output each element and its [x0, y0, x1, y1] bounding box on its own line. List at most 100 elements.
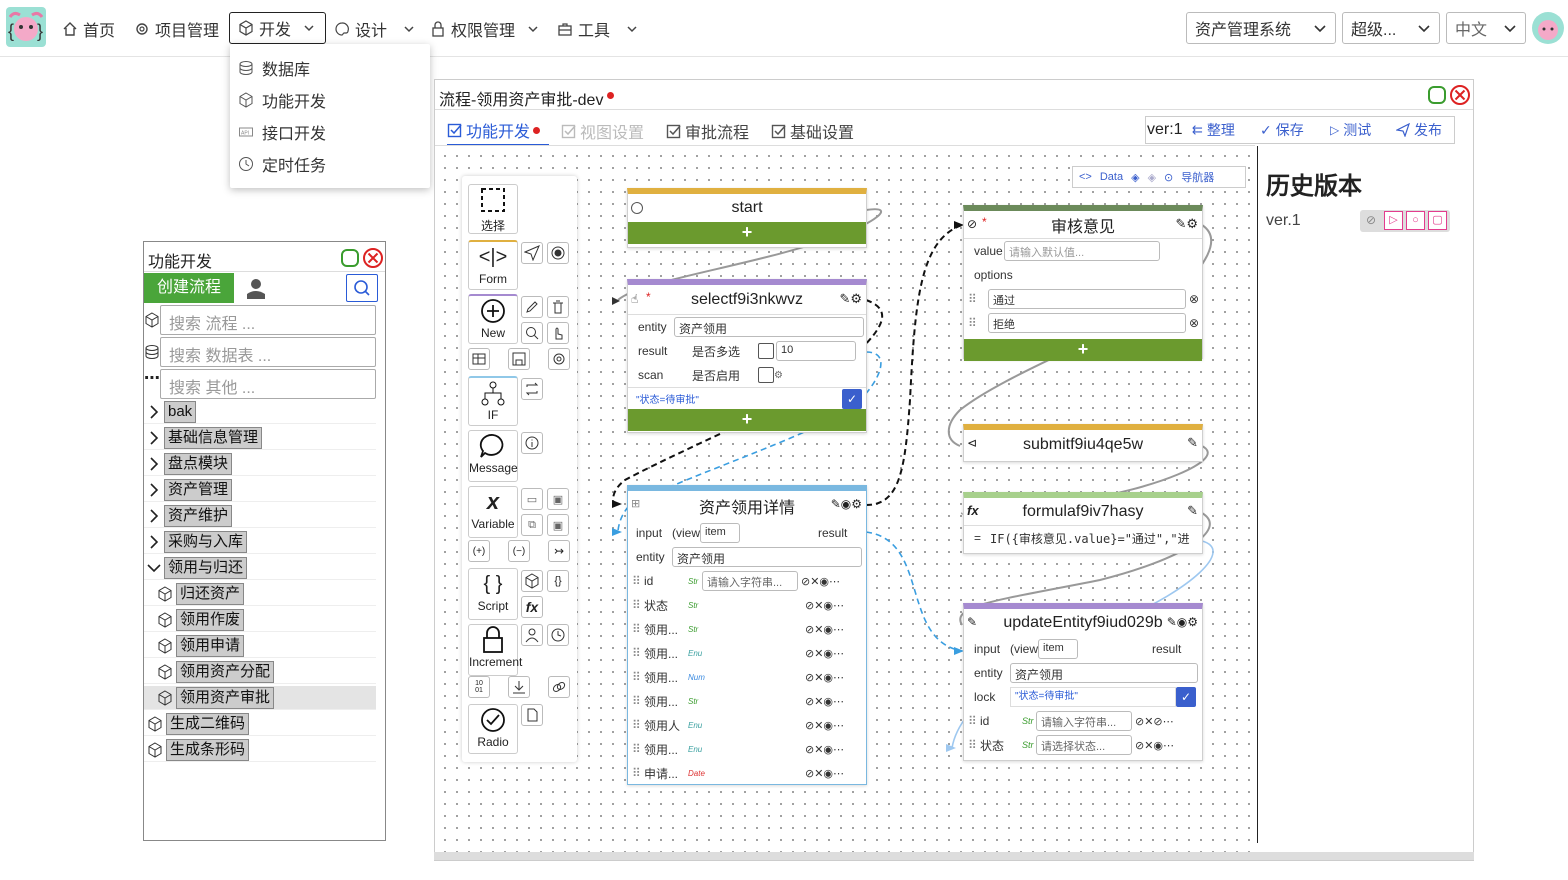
entity-select[interactable]: 资产领用 [674, 317, 864, 337]
drag-handle-icon[interactable]: ⠿ [968, 316, 988, 330]
add-button[interactable]: + [628, 222, 866, 244]
edit-icon[interactable]: ✎ [1187, 503, 1198, 519]
entity-select[interactable]: 资产领用 [1010, 663, 1198, 683]
field-actions-icon[interactable]: ⊘✕◉⋯ [805, 671, 844, 684]
node-title: selectf9i3nkwvz [690, 290, 804, 308]
remove-icon[interactable]: ⊗ [1189, 292, 1199, 306]
node-formula[interactable]: fx formulaf9iv7hasy ✎ = IF({审核意见.value}=… [963, 492, 1203, 554]
drag-handle-icon[interactable]: ⠿ [968, 292, 988, 306]
node-review[interactable]: ⊘ * 审核意见 ✎⚙ value 请输入默认值... options ⠿ 通过… [963, 205, 1203, 361]
condition-value[interactable]: "状态=待审批" [636, 391, 842, 406]
node-start[interactable]: start + [627, 188, 867, 248]
field-label: 领用... [644, 742, 679, 757]
field-actions-icon[interactable]: ⊘✕◉⋯ [805, 767, 844, 780]
type-badge: Str [688, 624, 699, 634]
lock-condition[interactable]: "状态=待审批" [1010, 687, 1176, 707]
field-actions-icon[interactable]: ⊘✕⊘⋯ [1135, 715, 1174, 728]
id-input[interactable]: 请输入字符串... [702, 571, 798, 591]
field-actions-icon[interactable]: ⊘✕◉⋯ [805, 719, 844, 732]
drag-handle-icon[interactable]: ⠿ [968, 738, 980, 752]
entity-select[interactable]: 资产领用 [672, 547, 862, 567]
field-actions-icon[interactable]: ⊘✕◉⋯ [1135, 739, 1174, 752]
lock-check[interactable]: ✓ [1176, 687, 1196, 707]
edit-icon: ✎ [967, 615, 978, 629]
detail-field-row[interactable]: ⠿ 领用... Num ⊘✕◉⋯ [628, 665, 866, 689]
field-actions-icon[interactable]: ⊘✕◉⋯ [801, 575, 840, 588]
detail-field-row[interactable]: ⠿ 领用人 Enu ⊘✕◉⋯ [628, 713, 866, 737]
drag-handle-icon[interactable]: ⠿ [968, 714, 980, 728]
detail-field-row[interactable]: ⠿ 领用... Str ⊘✕◉⋯ [628, 617, 866, 641]
field-actions-icon[interactable]: ⊘✕◉⋯ [805, 647, 844, 660]
type-badge: Str [688, 600, 699, 610]
drag-handle-icon[interactable]: ⠿ [632, 718, 644, 732]
node-title: start [731, 199, 763, 216]
edit-settings-icon[interactable]: ✎◉⚙ [831, 497, 862, 511]
field-label: entity [636, 550, 665, 564]
field-label: 领用... [644, 622, 679, 637]
formula-expression[interactable]: IF({审核意见.value}="通过","进 [990, 530, 1198, 547]
field-label: 领用... [644, 646, 679, 661]
edit-settings-icon[interactable]: ✎⚙ [839, 291, 862, 307]
value-input[interactable]: 请输入默认值... [1004, 241, 1160, 261]
drag-handle-icon[interactable]: ⠿ [632, 766, 644, 780]
field-label: value [974, 244, 1003, 258]
drag-handle-icon[interactable]: ⠿ [632, 694, 644, 708]
detail-field-row[interactable]: ⠿ 申请... Date ⊘✕◉⋯ [628, 761, 866, 785]
detail-field-row[interactable]: ⠿ 领用... Enu ⊘✕◉⋯ [628, 641, 866, 665]
radio-icon[interactable] [631, 202, 643, 214]
drag-handle-icon[interactable]: ⠿ [632, 622, 644, 636]
option-input[interactable]: 通过 [988, 289, 1186, 309]
field-label: options [974, 268, 1013, 282]
option-input[interactable]: 拒绝 [988, 313, 1186, 333]
enable-checkbox[interactable] [758, 367, 774, 383]
detail-field-row[interactable]: ⠿ 领用... Enu ⊘✕◉⋯ [628, 737, 866, 761]
gear-icon[interactable]: ⚙ [774, 370, 783, 381]
remove-icon[interactable]: ⊗ [1189, 316, 1199, 330]
type-badge: Str [688, 576, 699, 586]
check-circle-icon: ⊘ [967, 217, 978, 231]
edit-settings-icon[interactable]: ✎⚙ [1175, 216, 1198, 232]
item-select[interactable]: item [1038, 639, 1078, 659]
drag-handle-icon[interactable]: ⠿ [632, 598, 644, 612]
field-label: 状态 [980, 738, 1005, 753]
field-label: id [980, 714, 990, 728]
field-actions-icon[interactable]: ⊘✕◉⋯ [805, 599, 844, 612]
drag-handle-icon[interactable]: ⠿ [632, 646, 644, 660]
item-select[interactable]: item [700, 523, 740, 543]
field-actions-icon[interactable]: ⊘✕◉⋯ [805, 695, 844, 708]
drag-handle-icon[interactable]: ⠿ [632, 742, 644, 756]
node-update[interactable]: ✎ updateEntityf9iud029b ✎◉⚙ input (view … [963, 603, 1203, 761]
id-input[interactable]: 请输入字符串... [1036, 711, 1132, 731]
field-label: (view [672, 526, 701, 540]
drag-handle-icon[interactable]: ⠿ [632, 670, 644, 684]
node-select[interactable]: ☝ * selectf9i3nkwvz ✎⚙ entity 资产领用 resul… [627, 279, 867, 433]
equals-label: = [974, 531, 982, 545]
condition-check[interactable]: ✓ [842, 388, 862, 409]
field-label: entity [638, 320, 667, 334]
drag-handle-icon[interactable]: ⠿ [632, 574, 644, 588]
field-actions-icon[interactable]: ⊘✕◉⋯ [805, 743, 844, 756]
function-icon: fx [967, 503, 979, 518]
edit-settings-icon[interactable]: ✎◉⚙ [1167, 615, 1198, 629]
field-label: lock [974, 690, 996, 704]
detail-field-row[interactable]: ⠿ 领用... Str ⊘✕◉⋯ [628, 689, 866, 713]
node-title: formulaf9iv7hasy [1022, 502, 1144, 520]
multi-select-checkbox[interactable] [758, 343, 774, 359]
edit-icon[interactable]: ✎ [1187, 435, 1198, 451]
status-select[interactable]: 请选择状态... [1036, 735, 1132, 755]
add-button[interactable]: + [964, 339, 1202, 361]
type-badge: Enu [688, 648, 703, 658]
node-submit[interactable]: ⊲ submitf9iu4qe5w ✎ [963, 424, 1203, 462]
field-actions-icon[interactable]: ⊘✕◉⋯ [805, 623, 844, 636]
table-icon: ⊞ [631, 498, 641, 510]
node-detail[interactable]: ⊞ 资产领用详情 ✎◉⚙ input (view item result ent… [627, 485, 867, 785]
add-button[interactable]: + [628, 409, 866, 431]
field-label: 领用... [644, 694, 679, 709]
detail-field-row[interactable]: ⠿ 状态 Str ⊘✕◉⋯ [628, 593, 866, 617]
required-mark: * [646, 290, 651, 304]
field-label: 领用人 [644, 718, 681, 733]
detail-field-row[interactable]: ⠿ id Str 请输入字符串... ⊘✕◉⋯ [628, 569, 866, 593]
field-label: input [636, 526, 663, 540]
type-badge: Enu [688, 720, 703, 730]
limit-input[interactable]: 10 [776, 341, 856, 361]
